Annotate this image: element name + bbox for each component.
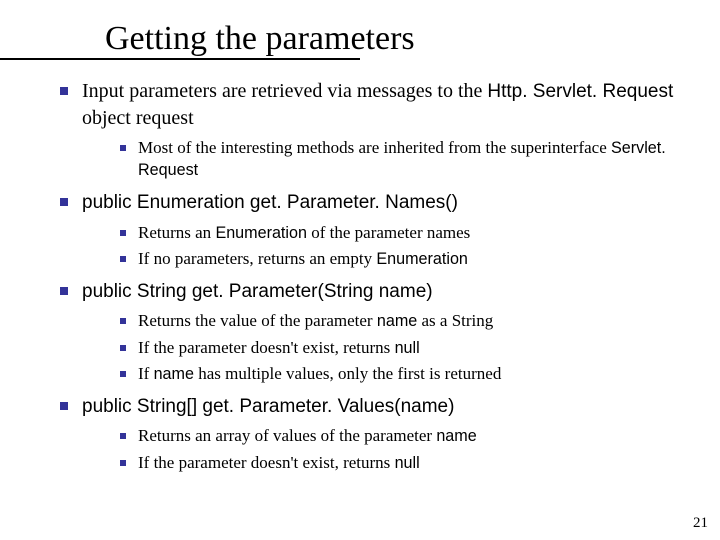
bullet-4-1-text: Returns an array of values of the parame…	[138, 425, 477, 447]
text: If the parameter doesn't exist, returns	[138, 338, 395, 357]
bullet-3-3: If name has multiple values, only the fi…	[120, 363, 690, 385]
page-number: 21	[693, 515, 708, 532]
text: Returns the value of the parameter	[138, 311, 377, 330]
bullet-1-1-text: Most of the interesting methods are inhe…	[138, 137, 690, 181]
bullet-4-2-text: If the parameter doesn't exist, returns …	[138, 452, 420, 474]
bullet-4-text: public String[] get. Parameter. Values(n…	[82, 393, 454, 420]
bullet-1-text: Input parameters are retrieved via messa…	[82, 78, 690, 131]
text: Returns an	[138, 223, 215, 242]
bullet-3-1: Returns the value of the parameter name …	[120, 310, 690, 332]
bullet-3-2: If the parameter doesn't exist, returns …	[120, 337, 690, 359]
bullet-2-2-text: If no parameters, returns an empty Enume…	[138, 248, 468, 270]
slide: Getting the parameters Input parameters …	[0, 0, 720, 540]
bullet-3-3-text: If name has multiple values, only the fi…	[138, 363, 501, 385]
code: public String[] get. Parameter. Values(n…	[82, 396, 454, 417]
bullet-3-1-text: Returns the value of the parameter name …	[138, 310, 493, 332]
bullet-4: public String[] get. Parameter. Values(n…	[60, 393, 690, 420]
code: name	[154, 365, 194, 383]
bullet-icon	[120, 230, 126, 236]
bullet-icon	[60, 198, 68, 206]
bullet-icon	[60, 87, 68, 95]
code: Enumeration	[376, 250, 468, 268]
bullet-icon	[120, 371, 126, 377]
code: name	[436, 427, 476, 445]
text: object request	[82, 107, 194, 129]
bullet-icon	[120, 318, 126, 324]
title-underline	[0, 58, 360, 60]
code: Http. Servlet. Request	[487, 81, 673, 102]
text: as a String	[417, 311, 493, 330]
bullet-2-2: If no parameters, returns an empty Enume…	[120, 248, 690, 270]
text: Most of the interesting methods are inhe…	[138, 138, 611, 157]
code: name	[377, 312, 417, 330]
bullet-icon	[120, 256, 126, 262]
code: Enumeration	[215, 224, 307, 242]
text: If no parameters, returns an empty	[138, 249, 376, 268]
bullet-3-2-text: If the parameter doesn't exist, returns …	[138, 337, 420, 359]
slide-title: Getting the parameters	[105, 20, 690, 58]
bullet-1: Input parameters are retrieved via messa…	[60, 78, 690, 131]
text: If the parameter doesn't exist, returns	[138, 453, 395, 472]
bullet-3: public String get. Parameter(String name…	[60, 278, 690, 305]
code: null	[395, 339, 420, 357]
bullet-icon	[120, 433, 126, 439]
bullet-2-text: public Enumeration get. Parameter. Names…	[82, 189, 458, 216]
bullet-1-1: Most of the interesting methods are inhe…	[120, 137, 690, 181]
text: Input parameters are retrieved via messa…	[82, 80, 487, 102]
bullet-2: public Enumeration get. Parameter. Names…	[60, 189, 690, 216]
text: Returns an array of values of the parame…	[138, 426, 436, 445]
bullet-icon	[60, 287, 68, 295]
bullet-icon	[120, 145, 126, 151]
bullet-icon	[120, 460, 126, 466]
code: public Enumeration get. Parameter. Names…	[82, 192, 458, 213]
bullet-4-2: If the parameter doesn't exist, returns …	[120, 452, 690, 474]
bullet-2-1: Returns an Enumeration of the parameter …	[120, 222, 690, 244]
bullet-3-text: public String get. Parameter(String name…	[82, 278, 433, 305]
text: of the parameter names	[307, 223, 470, 242]
bullet-2-1-text: Returns an Enumeration of the parameter …	[138, 222, 470, 244]
code: null	[395, 454, 420, 472]
bullet-4-1: Returns an array of values of the parame…	[120, 425, 690, 447]
bullet-icon	[60, 402, 68, 410]
code: public String get. Parameter(String name…	[82, 281, 433, 302]
text: has multiple values, only the first is r…	[194, 364, 501, 383]
bullet-icon	[120, 345, 126, 351]
text: If	[138, 364, 154, 383]
